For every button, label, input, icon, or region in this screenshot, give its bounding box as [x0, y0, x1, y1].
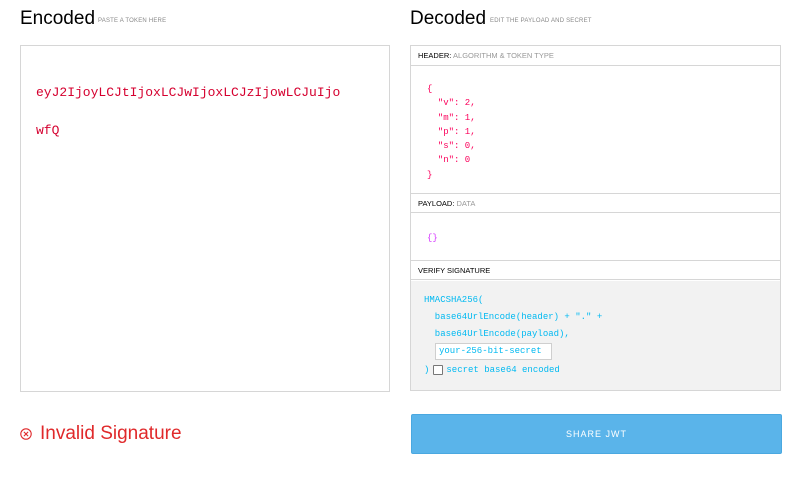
verify-line-3: base64UrlEncode(payload),	[424, 329, 570, 339]
decoded-subtitle: EDIT THE PAYLOAD AND SECRET	[490, 18, 592, 24]
verify-section-title: VERIFY SIGNATURE	[411, 260, 780, 280]
share-jwt-button[interactable]: SHARE JWT	[411, 414, 782, 454]
secret-base64-checkbox[interactable]	[433, 365, 444, 375]
secret-input[interactable]: your-256-bit-secret	[435, 343, 552, 360]
signature-status-text: Invalid Signature	[40, 423, 182, 444]
verify-line-1: HMACSHA256(	[424, 295, 484, 305]
header-line: "n": 0	[427, 155, 471, 166]
payload-section-title: PAYLOAD: DATA	[411, 193, 780, 213]
payload-hint: DATA	[456, 199, 476, 208]
token-line-1: eyJ2IjoyLCJtIjoxLCJwIjoxLCJzIjowLCJuIjo	[36, 85, 341, 100]
encoded-subtitle: PASTE A TOKEN HERE	[98, 18, 167, 24]
payload-content: {}	[427, 233, 438, 243]
error-circle-x-icon	[20, 428, 32, 440]
encoded-title: Encoded	[20, 8, 96, 29]
token-line-2: wfQ	[36, 123, 60, 138]
verify-line-2: base64UrlEncode(header) + "." +	[424, 312, 603, 322]
encoded-token-text[interactable]: eyJ2IjoyLCJtIjoxLCJwIjoxLCJzIjowLCJuIjo …	[36, 64, 379, 140]
header-section-title: HEADER: ALGORITHM & TOKEN TYPE	[411, 46, 780, 66]
header-line: "m": 1,	[427, 112, 476, 123]
payload-label: PAYLOAD:	[418, 199, 455, 208]
secret-base64-label[interactable]: secret base64 encoded	[446, 363, 559, 377]
verify-code: HMACSHA256( base64UrlEncode(header) + ".…	[424, 292, 602, 343]
header-line: "p": 1,	[427, 126, 476, 137]
header-line: }	[427, 169, 433, 180]
verify-label: VERIFY SIGNATURE	[418, 266, 491, 275]
payload-json-editor[interactable]: {}	[427, 231, 438, 245]
header-line: "v": 2,	[427, 98, 476, 109]
secret-options-row: ) secret base64 encoded	[424, 363, 560, 377]
header-line: "s": 0,	[427, 141, 476, 152]
header-json-editor[interactable]: { "v": 2, "m": 1, "p": 1, "s": 0, "n": 0…	[427, 82, 476, 182]
decoded-panel: HEADER: ALGORITHM & TOKEN TYPE { "v": 2,…	[410, 45, 781, 391]
header-label: HEADER:	[418, 51, 452, 60]
signature-status: Invalid Signature	[20, 423, 182, 445]
header-line: {	[427, 84, 433, 94]
encoded-token-editor[interactable]: eyJ2IjoyLCJtIjoxLCJwIjoxLCJzIjowLCJuIjo …	[20, 45, 390, 392]
decoded-title: Decoded	[410, 8, 487, 29]
verify-signature-area: HMACSHA256( base64UrlEncode(header) + ".…	[411, 281, 780, 390]
header-hint: ALGORITHM & TOKEN TYPE	[453, 51, 554, 60]
close-paren: )	[424, 365, 430, 375]
